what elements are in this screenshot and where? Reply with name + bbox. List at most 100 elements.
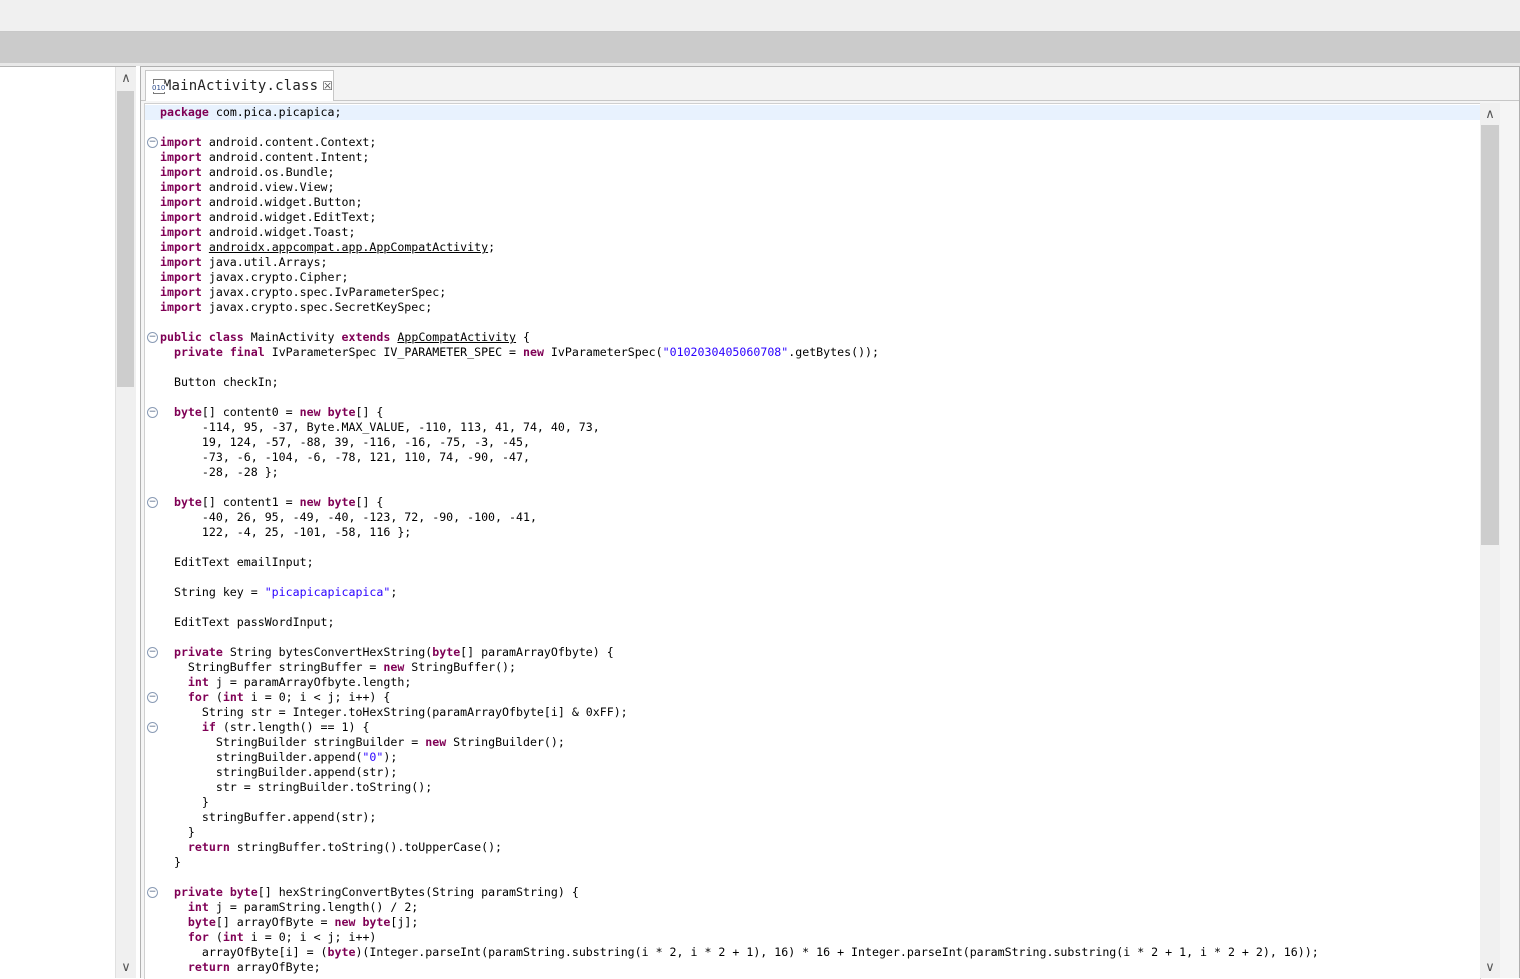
collapse-fold-icon[interactable]: − (147, 887, 158, 898)
code-keyword: import (160, 300, 202, 314)
code-string: "0102030405060708" (662, 345, 789, 359)
code-line: String str = Integer.toHexString(paramAr… (145, 705, 1480, 720)
code-editor[interactable]: package com.pica.picapica; − import androi… (144, 103, 1481, 979)
code-line: import android.widget.EditText; (145, 210, 1480, 225)
editor-panel: 010 MainActivity.class ☒ package com.pic… (140, 66, 1520, 979)
code-keyword: import (160, 225, 202, 239)
code-token: )(Integer.parseInt(paramString.substring… (355, 945, 1319, 959)
code-keyword: import (160, 135, 202, 149)
code-keyword: byte (229, 885, 258, 899)
code-token: [] content0 = (201, 405, 300, 419)
code-token: EditText passWordInput; (160, 615, 335, 629)
code-line: Button checkIn; (145, 375, 1480, 390)
scroll-up-icon[interactable]: ∧ (116, 69, 136, 89)
left-scrollbar-thumb[interactable] (117, 91, 134, 387)
package-explorer-pane: ∧ ∨ (0, 66, 136, 978)
code-keyword: for (187, 690, 209, 704)
collapse-fold-icon[interactable]: − (147, 647, 158, 658)
collapse-fold-icon[interactable]: − (147, 722, 158, 733)
code-token: i = 0; i < j; i++) { (243, 690, 391, 704)
tab-mainactivity-class[interactable]: 010 MainActivity.class ☒ (145, 70, 334, 101)
code-line: arrayOfByte[i] = (byte)(Integer.parseInt… (145, 945, 1480, 960)
editor-scroll-up-icon[interactable]: ∧ (1480, 105, 1500, 125)
code-token: (str.length() == 1) { (215, 720, 370, 734)
code-token: ); (383, 750, 398, 764)
code-keyword: return (187, 840, 230, 854)
editor-scrollbar-thumb[interactable] (1481, 125, 1499, 545)
code-keyword: byte (173, 405, 202, 419)
code-line: } (145, 795, 1480, 810)
code-line: int j = paramArrayOfbyte.length; (145, 675, 1480, 690)
code-line: − private byte[] hexStringConvertBytes(S… (145, 885, 1480, 900)
code-line: StringBuffer stringBuffer = new StringBu… (145, 660, 1480, 675)
close-tab-icon[interactable]: ☒ (322, 79, 333, 93)
code-keyword: new (523, 345, 544, 359)
code-keyword: byte (327, 405, 356, 419)
code-token: EditText emailInput; (160, 555, 314, 569)
code-token: } (160, 795, 209, 809)
code-keyword: return (187, 960, 230, 974)
class-file-icon: 010 (152, 79, 166, 94)
code-token: i = 0; i < j; i++) (243, 930, 377, 944)
code-keyword: new (299, 405, 321, 419)
code-token: [] paramArrayOfbyte) { (460, 645, 614, 659)
code-token: [] arrayOfByte = (215, 915, 335, 929)
left-scrollbar[interactable]: ∧ ∨ (115, 67, 136, 978)
code-keyword: public (160, 330, 202, 344)
code-token: stringBuilder.append( (160, 750, 363, 764)
code-token: android.widget.EditText; (201, 210, 377, 224)
code-line: package com.pica.picapica; (145, 105, 1480, 120)
code-line: 122, -4, 25, -101, -58, 116 }; (145, 525, 1480, 540)
code-line: str = stringBuilder.toString(); (145, 780, 1480, 795)
code-line: stringBuilder.append(str); (145, 765, 1480, 780)
code-line: import javax.crypto.Cipher; (145, 270, 1480, 285)
code-token: [] { (355, 495, 384, 509)
collapse-fold-icon[interactable]: − (147, 407, 158, 418)
code-token: j = paramArrayOfbyte.length; (208, 675, 412, 689)
code-keyword: int (187, 675, 209, 689)
code-token: android.os.Bundle; (201, 165, 335, 179)
code-keyword: if (201, 720, 216, 734)
code-token: 19, 124, -57, -88, 39, -116, -16, -75, -… (160, 435, 530, 449)
code-token: [] { (355, 405, 384, 419)
code-keyword: byte (187, 915, 216, 929)
code-lines: package com.pica.picapica; − import androi… (145, 105, 1480, 975)
code-keyword: final (229, 345, 265, 359)
code-token: -114, 95, -37, Byte.MAX_VALUE, -110, 113… (160, 420, 600, 434)
code-keyword: new (383, 660, 405, 674)
code-keyword: byte (432, 645, 461, 659)
code-token: StringBuilder(); (446, 735, 565, 749)
code-line: import android.view.View; (145, 180, 1480, 195)
code-token: com.pica.picapica; (208, 105, 342, 119)
editor-scroll-down-icon[interactable]: ∨ (1480, 958, 1500, 978)
code-token: IvParameterSpec( (543, 345, 663, 359)
code-keyword: class (208, 330, 244, 344)
code-line: import androidx.appcompat.app.AppCompatA… (145, 240, 1480, 255)
code-token: android.content.Context; (201, 135, 377, 149)
collapse-fold-icon[interactable]: − (147, 137, 158, 148)
code-string: "picapicapicapica" (264, 585, 391, 599)
code-keyword: import (160, 240, 202, 254)
code-token: StringBuffer stringBuffer = (160, 660, 384, 674)
scroll-down-icon[interactable]: ∨ (116, 958, 136, 978)
collapse-fold-icon[interactable]: − (147, 332, 158, 343)
collapse-fold-icon[interactable]: − (147, 497, 158, 508)
editor-scrollbar[interactable]: ∧ ∨ (1480, 103, 1500, 978)
code-token: javax.crypto.Cipher; (201, 270, 349, 284)
collapse-fold-icon[interactable]: − (147, 692, 158, 703)
code-keyword: extends (341, 330, 391, 344)
code-keyword: byte (327, 495, 356, 509)
code-token: stringBuilder.append(str); (160, 765, 398, 779)
